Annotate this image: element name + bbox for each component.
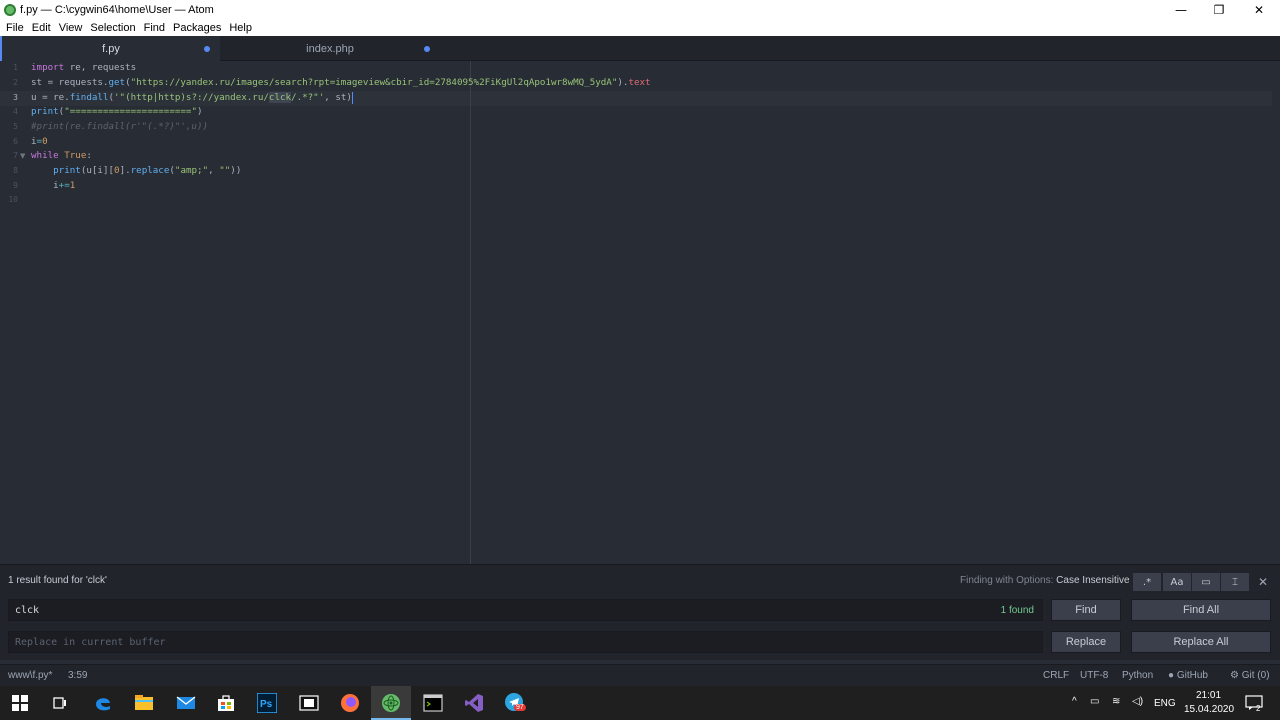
tab-label: index.php	[306, 42, 354, 55]
maximize-button[interactable]: ❐	[1199, 0, 1239, 20]
tab-label: f.py	[102, 42, 120, 55]
line-number[interactable]: 3	[0, 93, 18, 102]
terminal-icon[interactable]	[421, 691, 445, 715]
windows-taskbar: Ps 97 ^ ▭ ≋ ◁) ENG 21:01 15.04.2020 2	[0, 686, 1280, 720]
atom-taskbar-icon[interactable]	[379, 691, 403, 715]
notification-count: 2	[1256, 704, 1261, 713]
line-number[interactable]: 9	[0, 181, 18, 190]
code-line-6[interactable]: i=0	[31, 135, 48, 150]
replace-button[interactable]: Replace	[1051, 631, 1121, 653]
find-input[interactable]: clck 1 found	[8, 599, 1043, 621]
status-github[interactable]: ● GitHub	[1168, 670, 1208, 681]
line-number[interactable]: 1	[0, 63, 18, 72]
code-line-2[interactable]: st = requests.get("https://yandex.ru/ima…	[31, 76, 651, 91]
menu-edit[interactable]: Edit	[28, 22, 55, 34]
regex-toggle-button[interactable]: .*	[1133, 573, 1161, 591]
photoshop-icon[interactable]: Ps	[255, 691, 279, 715]
line-number[interactable]: 5	[0, 122, 18, 131]
windows-start-icon[interactable]	[8, 691, 32, 715]
volume-icon[interactable]: ◁)	[1132, 696, 1143, 707]
find-result-info: 1 result found for 'clck'	[8, 575, 107, 586]
clock-time[interactable]: 21:01	[1196, 690, 1221, 701]
code-line-1[interactable]: import re, requests	[31, 61, 136, 76]
status-cursor-position[interactable]: 3:59	[68, 670, 87, 681]
wrap-guide	[470, 61, 471, 564]
find-replace-panel: 1 result found for 'clck' Finding with O…	[0, 564, 1280, 660]
file-explorer-icon[interactable]	[132, 691, 156, 715]
whole-word-toggle-button[interactable]: ⌶	[1221, 573, 1249, 591]
line-number[interactable]: 10	[0, 195, 18, 204]
battery-icon[interactable]: ▭	[1090, 696, 1099, 707]
status-git[interactable]: ⚙ Git (0)	[1230, 670, 1270, 681]
find-all-button[interactable]: Find All	[1131, 599, 1271, 621]
line-number[interactable]: 6	[0, 137, 18, 146]
telegram-icon[interactable]	[503, 691, 527, 715]
found-count: 1 found	[1000, 605, 1034, 616]
code-line-4[interactable]: print("======================")	[31, 105, 203, 120]
line-number[interactable]: 2	[0, 78, 18, 87]
fold-chevron-icon[interactable]: ▼	[20, 152, 25, 160]
line-number[interactable]: 4	[0, 107, 18, 116]
status-file-path[interactable]: www\f.py*	[8, 670, 52, 681]
code-line-7[interactable]: while True:	[31, 149, 92, 164]
code-line-5[interactable]: #print(re.findall(r'"(.*?)"',u))	[31, 120, 208, 135]
status-encoding[interactable]: UTF-8	[1080, 670, 1108, 681]
tray-expand-chevron-icon[interactable]: ^	[1072, 696, 1077, 707]
github-icon: ●	[1168, 670, 1175, 681]
wifi-icon[interactable]: ≋	[1112, 696, 1120, 707]
menu-file[interactable]: File	[2, 22, 28, 34]
visual-studio-icon[interactable]	[462, 691, 486, 715]
modified-indicator-icon	[424, 46, 430, 52]
edge-browser-icon[interactable]	[91, 691, 115, 715]
store-icon[interactable]	[214, 691, 238, 715]
input-language[interactable]: ENG	[1154, 698, 1176, 709]
text-cursor	[351, 91, 353, 104]
tab-index-php[interactable]: index.php	[220, 36, 440, 61]
case-sensitive-toggle-button[interactable]: Aa	[1163, 573, 1191, 591]
media-app-icon[interactable]	[297, 691, 321, 715]
task-view-icon[interactable]	[48, 691, 72, 715]
line-number[interactable]: 7	[0, 151, 18, 160]
code-line-9[interactable]: i+=1	[31, 179, 75, 194]
menu-selection[interactable]: Selection	[86, 22, 139, 34]
notification-center-icon[interactable]	[1242, 691, 1266, 715]
menu-bar: File Edit View Selection Find Packages H…	[0, 20, 1280, 36]
menu-view[interactable]: View	[55, 22, 87, 34]
code-editor[interactable]: 1 2 3 4 5 6 7 8 9 10 ▼ import re, reques…	[0, 61, 1280, 564]
line-number[interactable]: 8	[0, 166, 18, 175]
minimize-button[interactable]: —	[1161, 0, 1201, 20]
status-bar: www\f.py* 3:59 CRLF UTF-8 Python ● GitHu…	[0, 664, 1280, 686]
mail-icon[interactable]	[174, 691, 198, 715]
status-line-ending[interactable]: CRLF	[1043, 670, 1069, 681]
find-input-value: clck	[15, 604, 40, 616]
replace-input-placeholder: Replace in current buffer	[15, 636, 166, 648]
find-button[interactable]: Find	[1051, 599, 1121, 621]
find-options-label: Finding with Options: Case Insensitive	[960, 575, 1130, 586]
atom-app-icon	[4, 4, 16, 16]
in-selection-toggle-button[interactable]: ▭	[1192, 573, 1220, 591]
tab-f-py[interactable]: f.py	[0, 36, 220, 61]
close-panel-icon[interactable]: ✕	[1258, 575, 1268, 589]
modified-indicator-icon	[204, 46, 210, 52]
status-grammar[interactable]: Python	[1122, 670, 1153, 681]
firefox-icon[interactable]	[338, 691, 362, 715]
close-window-button[interactable]: ✕	[1239, 0, 1279, 20]
clock-date[interactable]: 15.04.2020	[1184, 704, 1234, 715]
code-line-8[interactable]: print(u[i][0].replace("amp;", ""))	[31, 164, 241, 179]
window-titlebar: f.py — C:\cygwin64\home\User — Atom — ❐ …	[0, 0, 1280, 20]
menu-help[interactable]: Help	[225, 22, 256, 34]
window-title: f.py — C:\cygwin64\home\User — Atom	[20, 4, 214, 16]
tab-bar: f.py index.php	[0, 36, 1280, 61]
menu-find[interactable]: Find	[140, 22, 169, 34]
git-branch-icon: ⚙	[1230, 670, 1239, 681]
replace-input[interactable]: Replace in current buffer	[8, 631, 1043, 653]
telegram-unread-badge: 97	[514, 704, 526, 711]
replace-all-button[interactable]: Replace All	[1131, 631, 1271, 653]
menu-packages[interactable]: Packages	[169, 22, 225, 34]
svg-text:Ps: Ps	[260, 699, 273, 710]
code-line-3[interactable]: u = re.findall('"(http|http)s?://yandex.…	[31, 91, 353, 106]
